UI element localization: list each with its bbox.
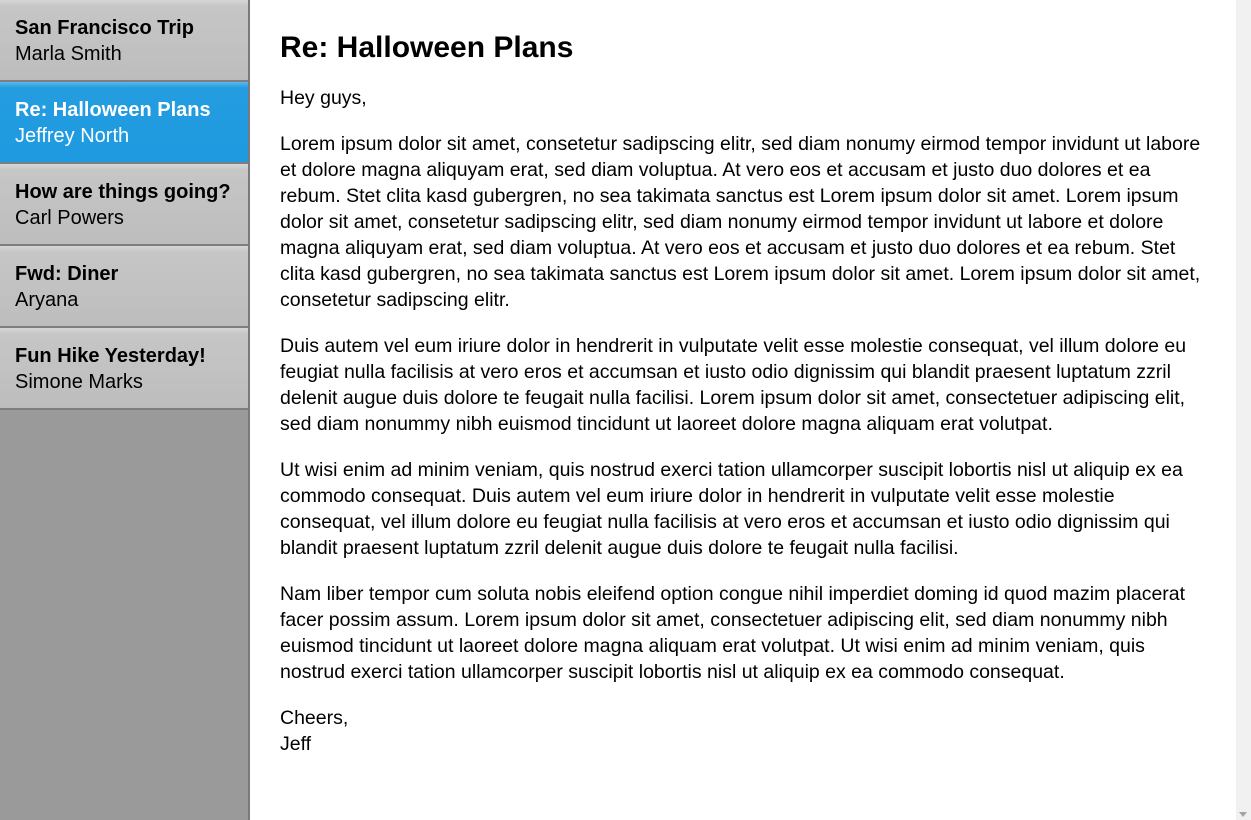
inbox-item-fwd-diner[interactable]: Fwd: Diner Aryana [0, 246, 248, 328]
mail-sender: Jeffrey North [15, 125, 130, 147]
email-closing: Cheers, [280, 707, 349, 729]
email-paragraph: Nam liber tempor cum soluta nobis eleife… [280, 583, 1186, 683]
inbox-sidebar: San Francisco Trip Marla Smith Re: Hallo… [0, 0, 250, 820]
vertical-scrollbar[interactable] [1236, 0, 1251, 820]
mail-sender: Marla Smith [15, 43, 122, 65]
email-signature: Jeff [280, 733, 312, 755]
inbox-item-how-are-things-going[interactable]: How are things going? Carl Powers [0, 164, 248, 246]
scroll-down-arrow-icon[interactable] [1239, 812, 1247, 817]
mail-subject: Fwd: Diner [15, 263, 119, 285]
email-greeting: Hey guys, [280, 87, 367, 109]
mail-subject: How are things going? [15, 181, 231, 203]
mail-sender: Simone Marks [15, 371, 143, 393]
email-title: Re: Halloween Plans [280, 31, 574, 64]
mail-sender: Aryana [15, 289, 79, 311]
email-signoff: Cheers, Jeff [280, 705, 1210, 757]
email-paragraph: Duis autem vel eum iriure dolor in hendr… [280, 335, 1187, 435]
inbox-item-san-francisco-trip[interactable]: San Francisco Trip Marla Smith [0, 0, 248, 82]
email-view: Re: Halloween Plans Hey guys, Lorem ipsu… [280, 0, 1210, 777]
mail-sender: Carl Powers [15, 207, 124, 229]
inbox-item-halloween-plans[interactable]: Re: Halloween Plans Jeffrey North [0, 82, 248, 164]
mail-subject: Fun Hike Yesterday! [15, 345, 206, 367]
mail-subject: Re: Halloween Plans [15, 99, 211, 121]
inbox-item-fun-hike-yesterday[interactable]: Fun Hike Yesterday! Simone Marks [0, 328, 248, 410]
email-paragraph: Ut wisi enim ad minim veniam, quis nostr… [280, 459, 1183, 559]
mail-subject: San Francisco Trip [15, 17, 194, 39]
email-paragraph: Lorem ipsum dolor sit amet, consetetur s… [280, 133, 1201, 311]
